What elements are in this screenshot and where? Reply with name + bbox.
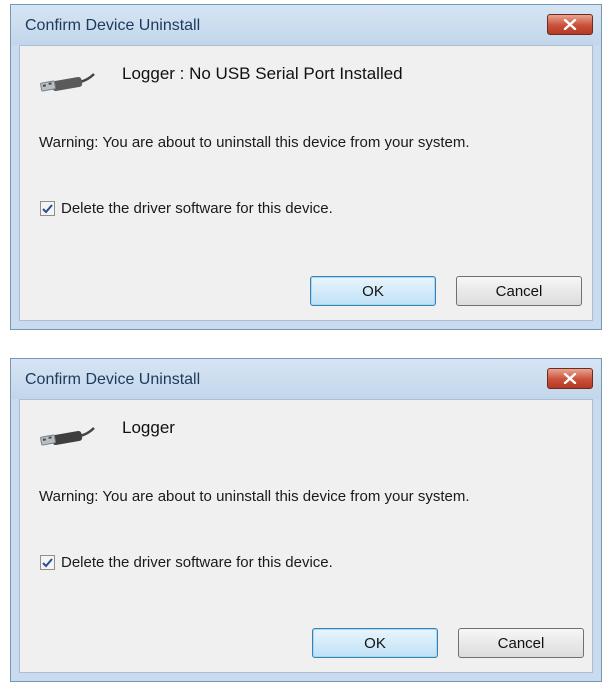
- delete-driver-label[interactable]: Delete the driver software for this devi…: [61, 200, 333, 217]
- usb-cable-icon: [40, 427, 95, 446]
- title-bar[interactable]: Confirm Device Uninstall: [11, 359, 601, 399]
- dialog-title: Confirm Device Uninstall: [25, 371, 201, 388]
- device-name: Logger : No USB Serial Port Installed: [122, 64, 403, 83]
- close-icon: [563, 373, 577, 384]
- dialog-title: Confirm Device Uninstall: [25, 17, 201, 34]
- ok-button[interactable]: OK: [310, 276, 436, 306]
- warning-text: Warning: You are about to uninstall this…: [39, 488, 470, 505]
- delete-driver-label[interactable]: Delete the driver software for this devi…: [61, 554, 333, 571]
- device-name: Logger: [122, 418, 175, 437]
- confirm-uninstall-dialog-1: Confirm Device Uninstall Logger : No USB…: [10, 4, 602, 330]
- ok-button[interactable]: OK: [312, 628, 438, 658]
- cancel-button[interactable]: Cancel: [456, 276, 582, 306]
- warning-text: Warning: You are about to uninstall this…: [39, 134, 470, 151]
- delete-driver-option[interactable]: Delete the driver software for this devi…: [40, 554, 333, 571]
- close-icon: [563, 19, 577, 30]
- delete-driver-option[interactable]: Delete the driver software for this devi…: [40, 200, 333, 217]
- close-button[interactable]: [547, 368, 593, 389]
- dialog-body: Logger : No USB Serial Port Installed Wa…: [19, 45, 593, 321]
- close-button[interactable]: [547, 14, 593, 35]
- cancel-button[interactable]: Cancel: [458, 628, 584, 658]
- usb-cable-icon: [40, 73, 95, 92]
- dialog-body: Logger Warning: You are about to uninsta…: [19, 399, 593, 673]
- delete-driver-checkbox[interactable]: [40, 201, 55, 216]
- checkmark-icon: [42, 203, 53, 213]
- title-bar[interactable]: Confirm Device Uninstall: [11, 5, 601, 45]
- checkmark-icon: [42, 557, 53, 567]
- delete-driver-checkbox[interactable]: [40, 555, 55, 570]
- confirm-uninstall-dialog-2: Confirm Device Uninstall Logger Warning:…: [10, 358, 602, 682]
